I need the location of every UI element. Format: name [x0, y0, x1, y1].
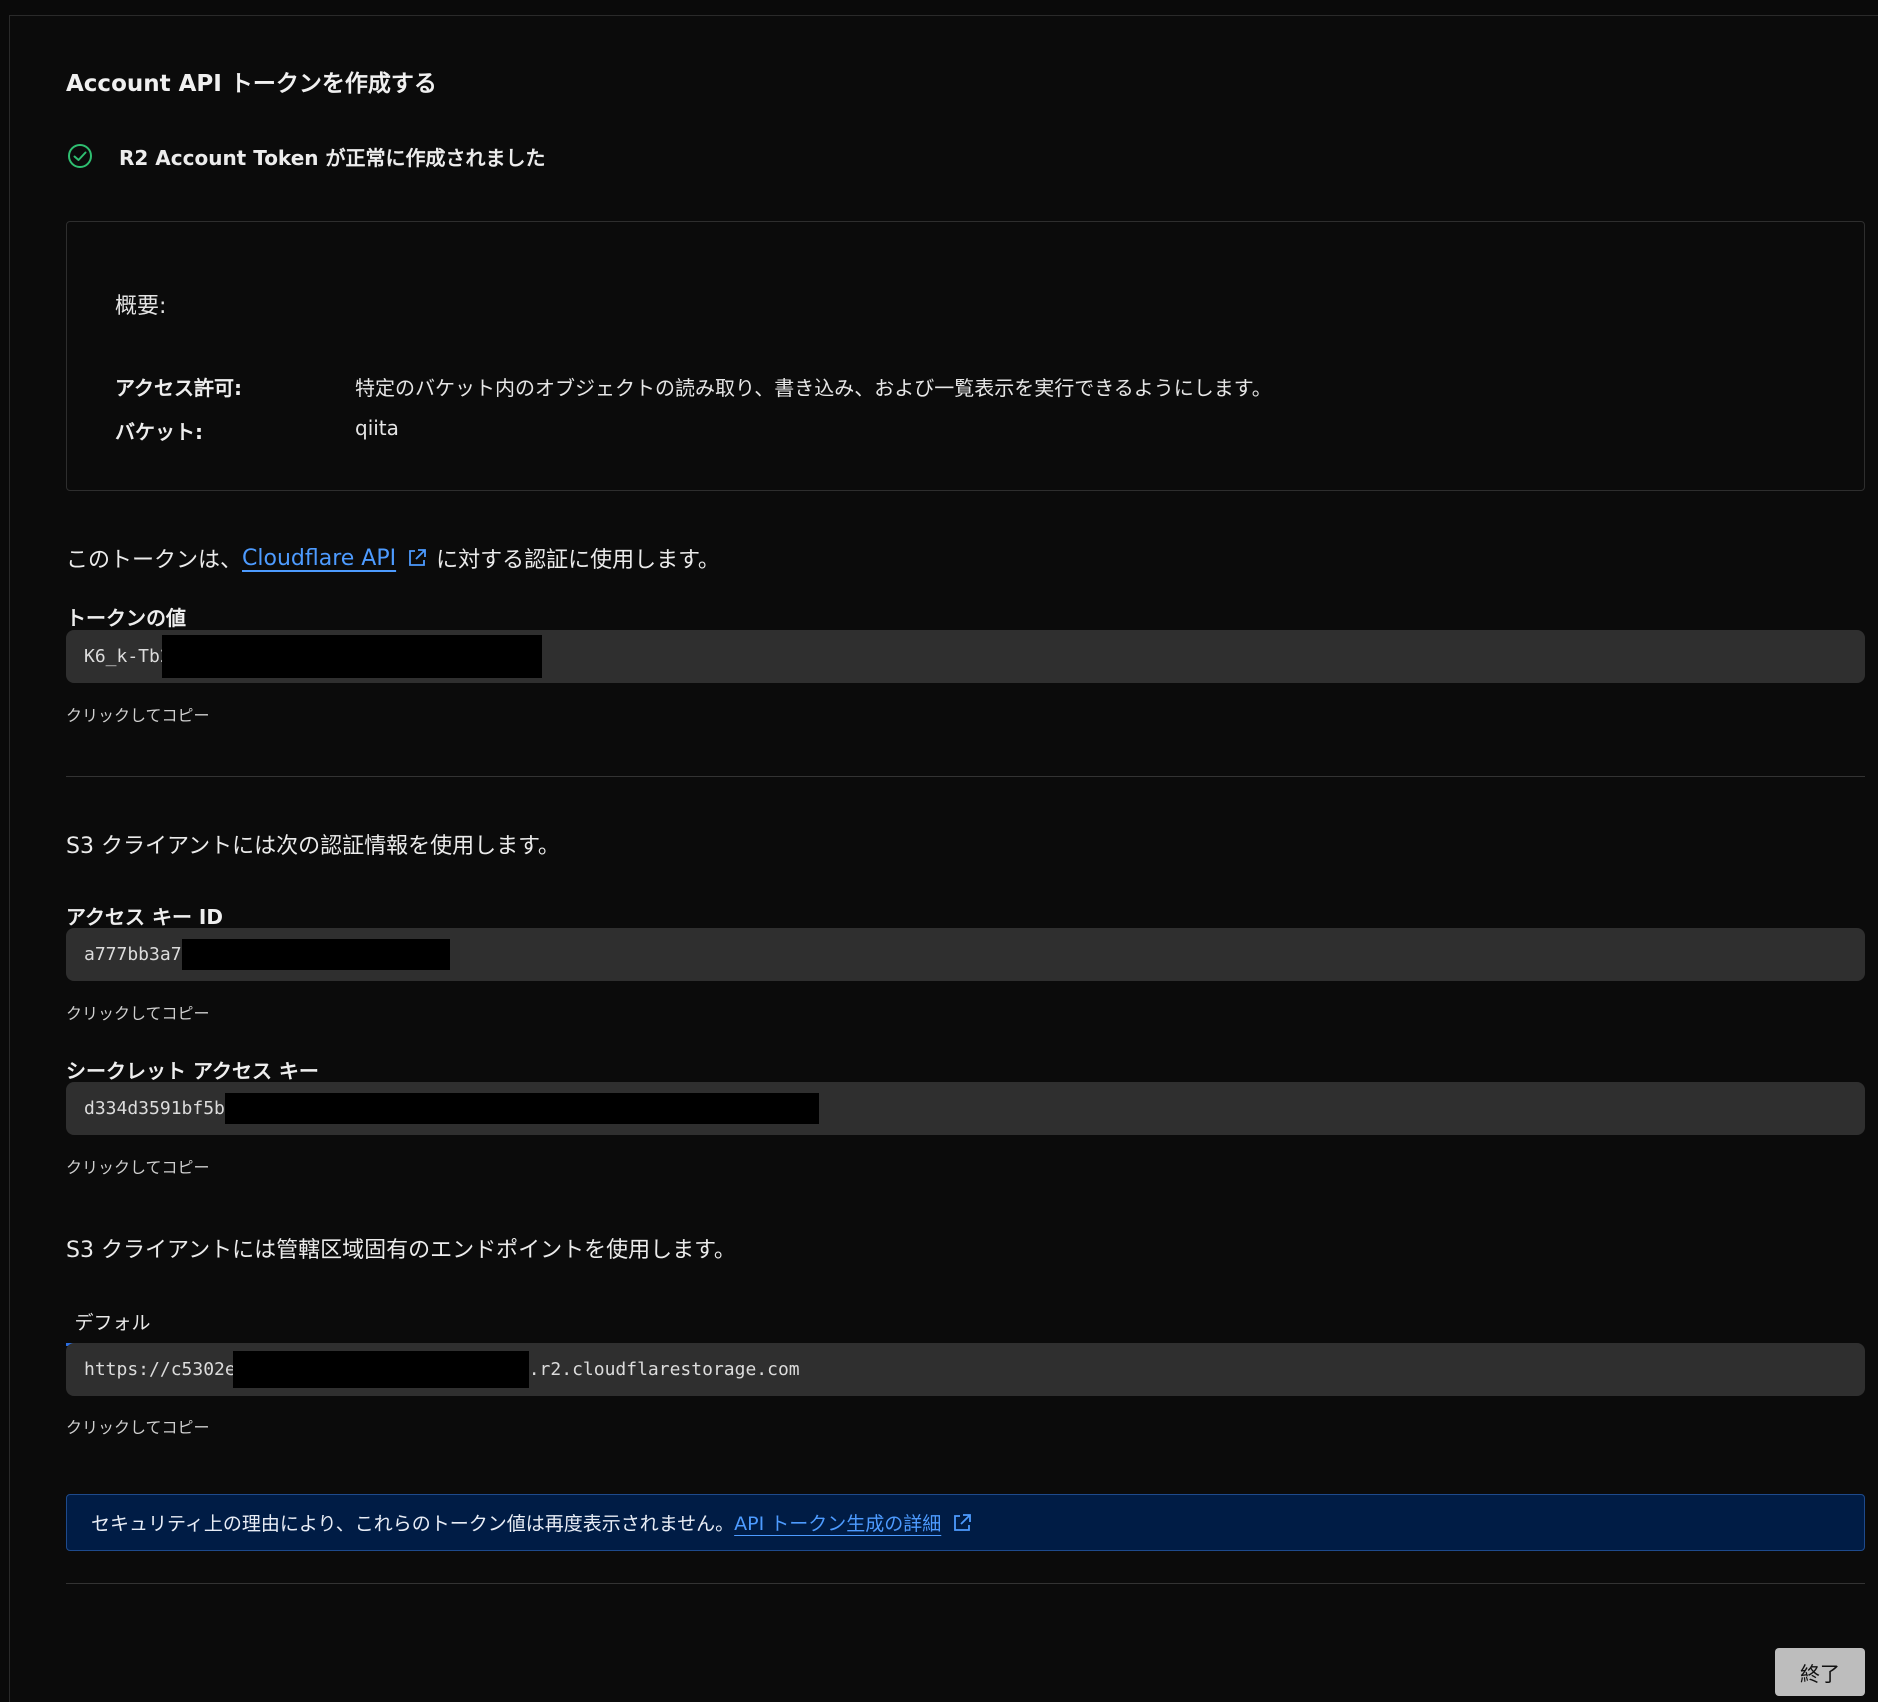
- redaction-box: [224, 1093, 819, 1124]
- check-circle-icon: [66, 142, 94, 170]
- token-usage-text: このトークンは、 Cloudflare API に対する認証に使用します。: [66, 542, 720, 574]
- api-token-details-link[interactable]: API トークン生成の詳細: [734, 1509, 941, 1536]
- notice-text: セキュリティ上の理由により、これらのトークン値は再度表示されません。: [91, 1513, 735, 1535]
- finish-button[interactable]: 終了: [1775, 1648, 1865, 1696]
- endpoint-intro: S3 クライアントには管轄区域固有のエンドポイントを使用します。: [66, 1238, 736, 1263]
- success-status: R2 Account Token が正常に作成されました: [66, 140, 545, 172]
- token-value-label: トークンの値: [66, 606, 186, 630]
- endpoint-suffix: .r2.cloudflarestorage.com: [528, 1359, 800, 1380]
- s3-credentials-intro: S3 クライアントには次の認証情報を使用します。: [66, 834, 560, 859]
- access-key-text: a777bb3a7: [84, 944, 182, 965]
- divider: [66, 1583, 1865, 1584]
- success-message: R2 Account Token が正常に作成されました: [119, 145, 546, 170]
- redaction-box: [161, 635, 542, 678]
- divider: [66, 776, 1865, 777]
- summary-box: 概要: アクセス許可: 特定のバケット内のオブジェクトの読み取り、書き込み、およ…: [66, 221, 1865, 491]
- cloudflare-api-link[interactable]: Cloudflare API: [242, 546, 396, 571]
- secret-key-field[interactable]: d334d3591bf5b: [66, 1082, 1865, 1135]
- summary-value: 特定のバケット内のオブジェクトの読み取り、書き込み、および一覧表示を実行できるよ…: [355, 376, 1272, 400]
- summary-value: qiita: [355, 416, 399, 440]
- access-key-label: アクセス キー ID: [66, 905, 223, 929]
- usage-suffix: に対する認証に使用します。: [436, 548, 720, 573]
- endpoint-prefix: https://c5302e: [84, 1359, 236, 1380]
- endpoint-field[interactable]: https://c5302e .r2.cloudflarestorage.com: [66, 1343, 1865, 1396]
- access-key-field[interactable]: a777bb3a7: [66, 928, 1865, 981]
- summary-heading: 概要:: [115, 294, 167, 319]
- copy-hint: クリックしてコピー: [66, 1004, 210, 1023]
- page-title: Account API トークンを作成する: [66, 71, 437, 97]
- redaction-box: [181, 939, 450, 970]
- copy-hint: クリックしてコピー: [66, 706, 210, 725]
- token-value-text: K6_k-Tb2: [84, 646, 171, 667]
- tab-default[interactable]: デフォルト: [66, 1308, 159, 1364]
- summary-key: バケット:: [115, 420, 203, 444]
- redaction-box: [232, 1351, 529, 1388]
- external-link-icon[interactable]: [406, 547, 428, 569]
- token-value-field[interactable]: K6_k-Tb2: [66, 630, 1865, 683]
- token-created-panel: Account API トークンを作成する R2 Account Token が…: [9, 15, 1878, 1702]
- security-notice: セキュリティ上の理由により、これらのトークン値は再度表示されません。 API ト…: [66, 1494, 1865, 1551]
- external-link-icon[interactable]: [951, 1512, 973, 1534]
- copy-hint: クリックしてコピー: [66, 1418, 210, 1437]
- summary-row-bucket: バケット: qiita: [115, 416, 399, 445]
- secret-key-text: d334d3591bf5b: [84, 1098, 225, 1119]
- summary-key: アクセス許可:: [115, 376, 242, 400]
- usage-prefix: このトークンは、: [66, 548, 243, 573]
- secret-key-label: シークレット アクセス キー: [66, 1059, 319, 1083]
- copy-hint: クリックしてコピー: [66, 1158, 210, 1177]
- summary-row-permission: アクセス許可: 特定のバケット内のオブジェクトの読み取り、書き込み、および一覧表…: [115, 372, 1272, 401]
